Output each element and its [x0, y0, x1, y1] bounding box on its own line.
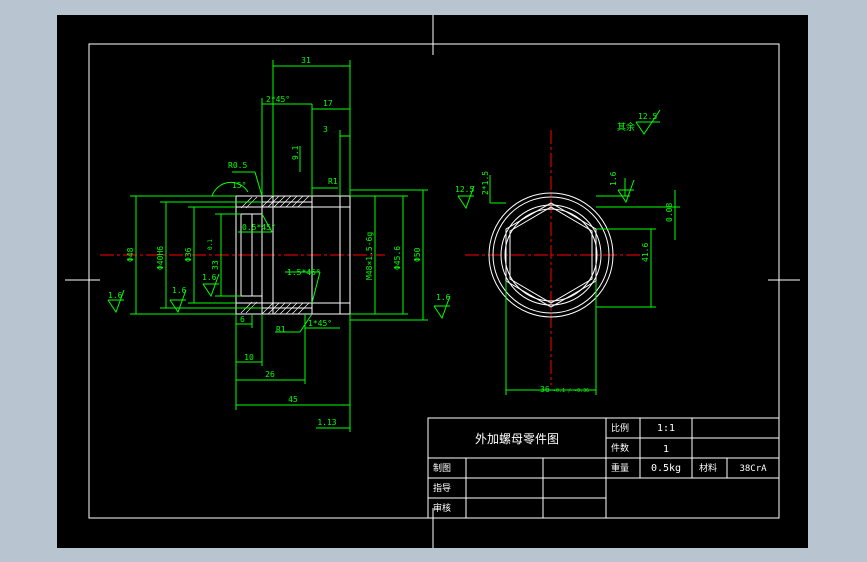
- material-label: 材料: [699, 462, 717, 474]
- diameter-48: Φ48: [126, 247, 135, 262]
- dim-10: 10: [244, 353, 254, 362]
- scale-label: 比例: [611, 422, 629, 434]
- dim-2x45: 2*45°: [266, 95, 290, 104]
- dim-17: 17: [323, 99, 333, 108]
- count-value: 1: [663, 444, 669, 455]
- chamfer-1-5: 1.5*45°: [287, 268, 321, 277]
- chamfer-1x45: 1*45°: [308, 319, 332, 328]
- dim-45: 45: [288, 395, 298, 404]
- diameter-36: Φ36: [184, 247, 193, 262]
- angle-15: 15°: [232, 181, 246, 190]
- roughness-1-6-e: 1.6: [609, 171, 618, 186]
- diameter-33: 33: [211, 260, 220, 270]
- roughness-1-6-b: 1.6: [172, 286, 187, 295]
- scale-value: 1:1: [657, 423, 675, 434]
- material-value: 38CrA: [739, 464, 767, 474]
- dim-41-6: 41.6: [641, 243, 650, 262]
- diameter-45-6: Φ45.6: [393, 246, 402, 270]
- tolerance-36: -0.1 / -0.36: [553, 388, 589, 394]
- dim-9-1: 9.1: [291, 145, 300, 160]
- chamfer-0-5: 0.5*45°: [242, 223, 276, 232]
- thread-m48: M48×1.5-6g: [365, 232, 374, 280]
- dim-31: 31: [301, 56, 311, 65]
- draw-label: 制图: [433, 462, 451, 474]
- radius-0-5: R0.5: [228, 161, 247, 170]
- tolerance-0-08: 0.08: [665, 203, 674, 222]
- roughness-1-6-a: 1.6: [108, 291, 123, 300]
- roughness-12-5-b: 12.5: [638, 112, 657, 121]
- dim-36: 36: [540, 385, 550, 394]
- dim-6: 6: [240, 315, 245, 324]
- dim-26: 26: [265, 370, 275, 379]
- weight-value: 0.5kg: [651, 463, 681, 474]
- roughness-12-5-a: 12.5: [455, 185, 474, 194]
- rest-label: 其余: [617, 121, 635, 133]
- review-label: 审核: [433, 502, 451, 514]
- diameter-40h6: Φ40H6: [156, 246, 165, 270]
- drawing-title: 外加螺母零件图: [475, 432, 559, 446]
- dim-1-13: 1.13: [317, 418, 336, 427]
- drawing-canvas: 31 2*45° 17 3 9.1 R0.5 15° R1 Φ48 Φ40H6 …: [57, 15, 808, 548]
- check-label: 指导: [433, 482, 451, 494]
- diameter-50: Φ50: [413, 247, 422, 262]
- chamfer-2x1-5: 2*1.5: [481, 171, 490, 195]
- dim-3: 3: [323, 125, 328, 134]
- roughness-1-6-c: 1.6: [202, 273, 217, 282]
- radius-r1-top: R1: [328, 177, 338, 186]
- count-label: 件数: [611, 442, 629, 454]
- roughness-1-6-d: 1.6: [436, 293, 451, 302]
- radius-r1-bottom: R1: [276, 325, 286, 334]
- weight-label: 重量: [611, 462, 629, 474]
- tolerance-0-1: 0.1: [207, 239, 214, 250]
